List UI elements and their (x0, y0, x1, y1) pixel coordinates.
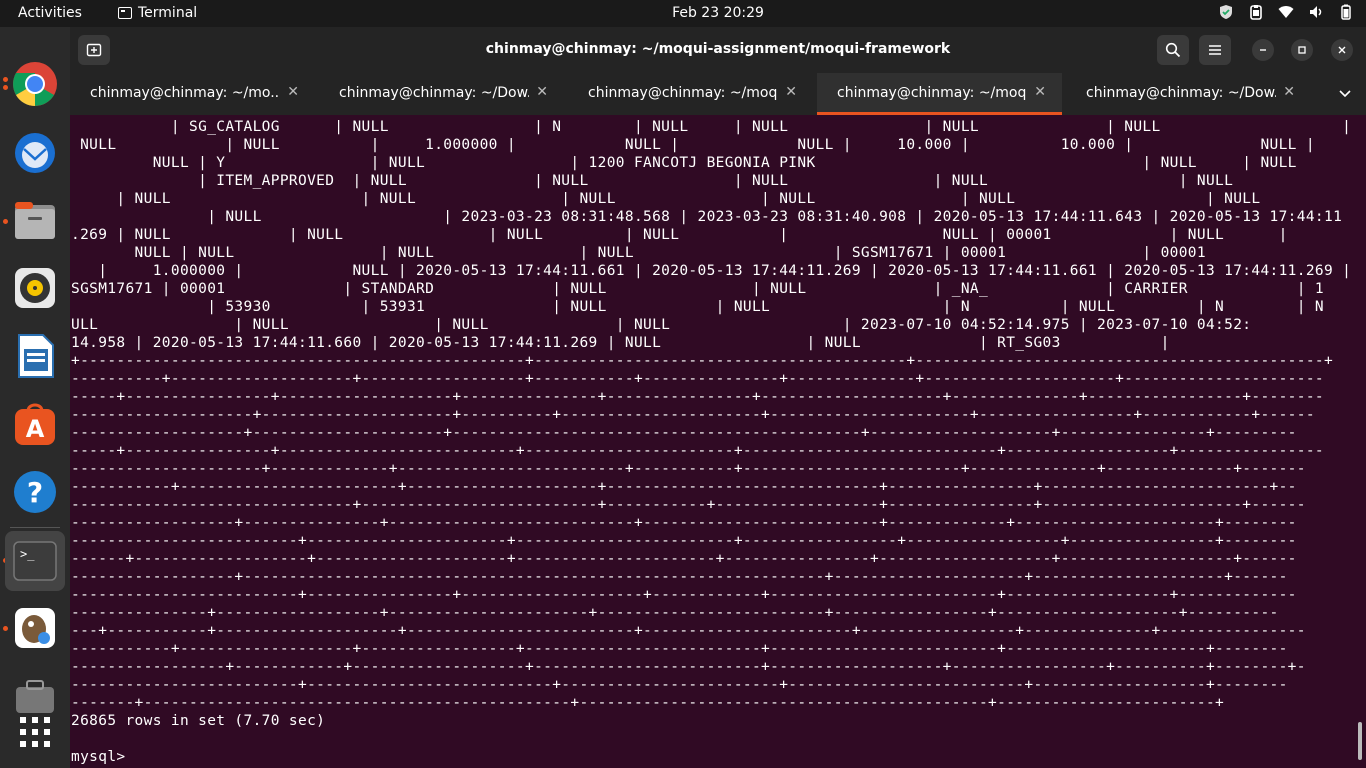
tab-5[interactable]: chinmay@chinmay: ~/Dow... ✕ (1066, 73, 1311, 115)
shield-icon[interactable] (1218, 4, 1234, 20)
running-indicator (3, 85, 8, 90)
terminal-line: -----+----------------+-----------------… (71, 389, 1325, 405)
terminal-window: chinmay@chinmay: ~/moqui-assignment/moqu… (70, 27, 1366, 768)
terminal-output[interactable]: | SG_CATALOG | NULL | N | NULL | NULL | … (70, 115, 1366, 768)
tab-label: chinmay@chinmay: ~/Dow... (1086, 85, 1276, 101)
close-icon (1338, 46, 1346, 54)
terminal-line: | 1.000000 | NULL | 2020-05-13 17:44:11.… (71, 263, 1352, 279)
terminal-line: -----------+------------------------+---… (71, 479, 1297, 495)
tab-2[interactable]: chinmay@chinmay: ~/Dow... ✕ (319, 73, 564, 115)
terminal-line: 14.958 | 2020-05-13 17:44:11.660 | 2020-… (71, 335, 1170, 351)
search-icon (1165, 42, 1181, 58)
terminal-line: +---------------------------------------… (71, 353, 1334, 369)
dock: A ? >_ (0, 27, 70, 768)
app-center-icon[interactable]: A (10, 399, 60, 449)
title-bar[interactable]: chinmay@chinmay: ~/moqui-assignment/moqu… (70, 27, 1366, 73)
maximize-button[interactable] (1291, 39, 1313, 61)
help-icon[interactable]: ? (10, 467, 60, 517)
terminal-line: | 53930 | 53931 | NULL | NULL | N | NULL… (71, 299, 1325, 315)
close-icon[interactable]: ✕ (785, 84, 797, 100)
svg-text:>_: >_ (20, 547, 35, 561)
show-apps-icon[interactable] (10, 707, 60, 757)
restore-icon (1298, 46, 1306, 54)
menu-button[interactable] (1199, 35, 1231, 65)
tab-label: chinmay@chinmay: ~/moq... (837, 85, 1027, 101)
tab-3[interactable]: chinmay@chinmay: ~/moq... ✕ (568, 73, 813, 115)
terminal-line: --------------------+-------------------… (71, 407, 1315, 423)
terminal-line: ---------------+------------------+-----… (71, 605, 1279, 621)
close-icon[interactable]: ✕ (1034, 84, 1046, 100)
running-indicator (3, 626, 8, 631)
tab-label: chinmay@chinmay: ~/mo... (90, 85, 280, 101)
terminal-line: -------------------------+--------------… (71, 677, 1288, 693)
terminal-text: | SG_CATALOG | NULL | N | NULL | NULL | … (71, 118, 1351, 766)
tab-label: chinmay@chinmay: ~/moq... (588, 85, 778, 101)
close-icon[interactable]: ✕ (536, 84, 548, 100)
running-indicator (3, 77, 8, 82)
system-tray[interactable] (1218, 4, 1354, 20)
libreoffice-writer-icon[interactable] (10, 331, 60, 381)
close-icon[interactable]: ✕ (287, 84, 299, 100)
close-button[interactable] (1331, 39, 1353, 61)
top-bar: Activities Terminal Feb 23 20:29 (0, 0, 1366, 27)
dbeaver-icon[interactable] (10, 603, 60, 653)
minimize-icon (1260, 49, 1266, 51)
terminal-line: 26865 rows in set (7.70 sec) (71, 713, 326, 729)
terminal-line: | NULL | NULL | NULL | NULL | NULL | NUL… (71, 191, 1261, 207)
terminal-line: -------------------------------+--------… (71, 497, 1306, 513)
terminal-line: mysql> (71, 749, 135, 765)
rhythmbox-icon[interactable] (10, 263, 60, 313)
terminal-line: | NULL | 2023-03-23 08:31:48.568 | 2023-… (71, 209, 1343, 225)
svg-text:A: A (26, 415, 45, 443)
terminal-line: ------+-------------------+-------------… (71, 551, 1297, 567)
clock[interactable]: Feb 23 20:29 (0, 5, 1366, 21)
terminal-line: | ITEM_APPROVED | NULL | NULL | NULL | N… (71, 173, 1234, 189)
terminal-line: ---+-----------+--------------------+---… (71, 623, 1306, 639)
terminal-line: NULL | Y | NULL | 1200 FANCOTJ BEGONIA P… (71, 155, 1297, 171)
terminal-line: ---------------------+-------------+----… (71, 461, 1306, 477)
search-button[interactable] (1157, 35, 1189, 65)
terminal-line: -------------------------+--------------… (71, 587, 1297, 603)
dock-separator (10, 527, 60, 528)
tab-4[interactable]: chinmay@chinmay: ~/moq... ✕ (817, 73, 1062, 115)
terminal-line: -------+--------------------------------… (71, 695, 1225, 711)
terminal-line: .269 | NULL | NULL | NULL | NULL | NULL … (71, 227, 1288, 243)
terminal-line: SGSM17671 | 00001 | STANDARD | NULL | NU… (71, 281, 1325, 297)
volume-icon[interactable] (1308, 4, 1324, 20)
tab-bar: chinmay@chinmay: ~/mo... ✕ chinmay@chinm… (70, 73, 1366, 115)
clipboard-icon[interactable] (1248, 4, 1264, 20)
scrollbar[interactable] (1358, 722, 1362, 760)
tab-1[interactable]: chinmay@chinmay: ~/mo... ✕ (70, 73, 315, 115)
files-icon[interactable] (10, 195, 60, 245)
chevron-down-icon[interactable] (1338, 87, 1352, 101)
terminal-line: -----------+-------------------+--------… (71, 641, 1288, 657)
terminal-line: ------------------+---------------+-----… (71, 515, 1297, 531)
terminal-line: | SG_CATALOG | NULL | N | NULL | NULL | … (71, 119, 1352, 135)
terminal-line: ----------+--------------------+--------… (71, 371, 1325, 387)
thunderbird-icon[interactable] (10, 127, 60, 177)
running-indicator (3, 219, 8, 224)
close-icon[interactable]: ✕ (1283, 84, 1295, 100)
terminal-icon[interactable]: >_ (5, 531, 65, 591)
terminal-line: ------------------+---------------------… (71, 569, 1288, 585)
terminal-line: NULL | NULL | NULL | NULL | SGSM17671 | … (71, 245, 1206, 261)
svg-text:?: ? (27, 476, 43, 509)
terminal-line: -------------------+--------------------… (71, 425, 1297, 441)
wifi-icon[interactable] (1278, 4, 1294, 20)
chrome-icon[interactable] (10, 59, 60, 109)
terminal-line: -----------------+------------+---------… (71, 659, 1306, 675)
terminal-line: -------------------------+--------------… (71, 533, 1297, 549)
tab-label: chinmay@chinmay: ~/Dow... (339, 85, 529, 101)
terminal-line: -----+----------------+-----------------… (71, 443, 1325, 459)
terminal-line: ULL | NULL | NULL | NULL | 2023-07-10 04… (71, 317, 1252, 333)
hamburger-icon (1209, 45, 1221, 55)
battery-icon[interactable] (1338, 4, 1354, 20)
terminal-line: NULL | NULL | 1.000000 | NULL | NULL | 1… (71, 137, 1315, 153)
minimize-button[interactable] (1252, 39, 1274, 61)
